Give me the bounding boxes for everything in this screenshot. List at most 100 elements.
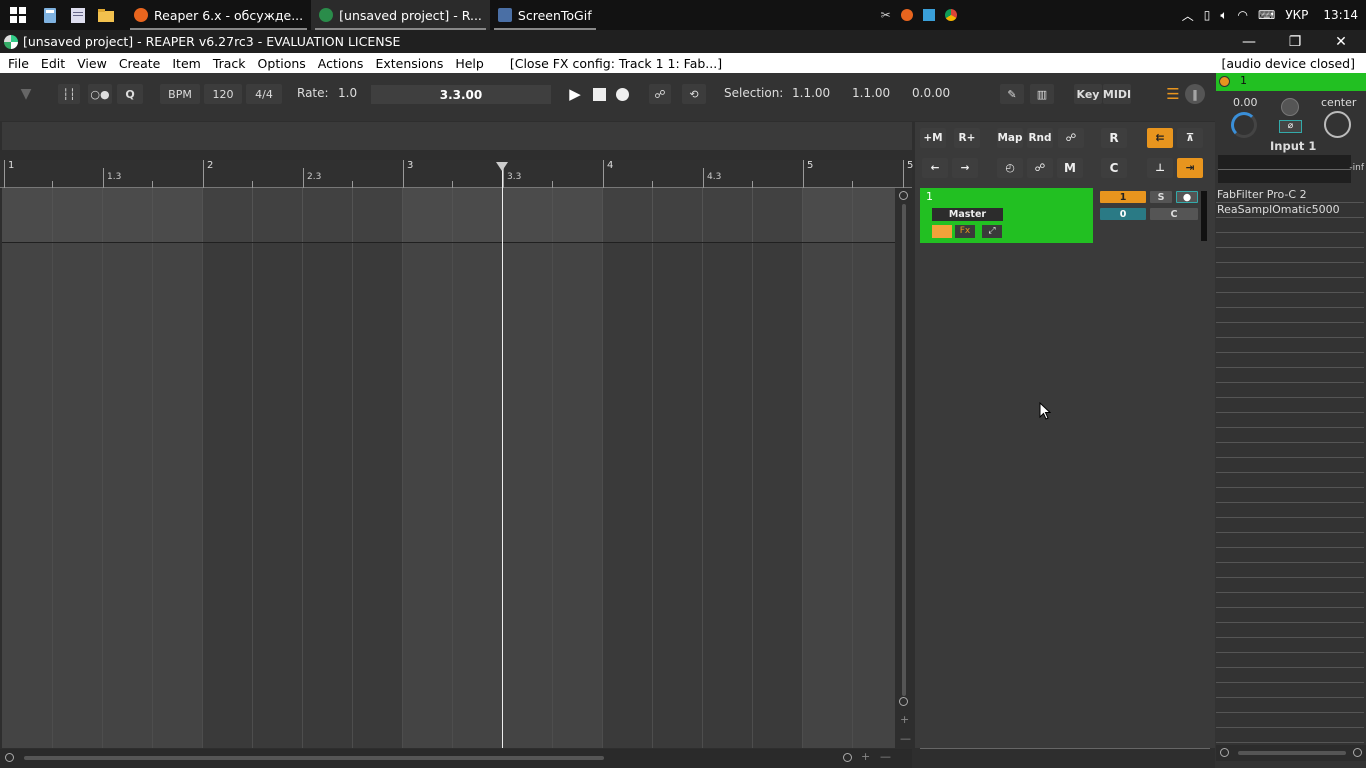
taskbar-task-firefox[interactable]: Reaper 6.x - обсужде... xyxy=(126,0,311,30)
scroll-up-icon[interactable] xyxy=(899,191,908,200)
language-indicator[interactable]: УКР xyxy=(1285,8,1308,22)
position-display[interactable]: 3.3.00 xyxy=(371,85,551,104)
folder-icon[interactable] xyxy=(92,0,120,30)
random-button[interactable]: Rnd xyxy=(1027,128,1053,148)
fx-slot-empty[interactable] xyxy=(1216,383,1364,398)
vertical-scrollbar[interactable]: + — xyxy=(897,188,911,748)
fx-slot-empty[interactable] xyxy=(1216,653,1364,668)
menu-item[interactable]: Item xyxy=(166,56,206,71)
fx-slot-empty[interactable] xyxy=(1216,443,1364,458)
record-arm-icon[interactable]: ● xyxy=(1176,191,1198,203)
mixer-pan-value[interactable]: center xyxy=(1321,96,1356,109)
fx-slot-empty[interactable] xyxy=(1216,248,1364,263)
fx-slot-empty[interactable] xyxy=(1216,638,1364,653)
close-button[interactable]: ✕ xyxy=(1318,30,1364,53)
chevron-up-icon[interactable]: ︿ xyxy=(1182,7,1194,24)
fx-slot-empty[interactable] xyxy=(1216,488,1364,503)
fx-slot-empty[interactable] xyxy=(1216,503,1364,518)
menu-track[interactable]: Track xyxy=(207,56,252,71)
track-header-1[interactable]: 1 Master Fx ⤢ xyxy=(920,188,1093,243)
fx-slot-empty[interactable] xyxy=(1216,353,1364,368)
fx-slot-1[interactable]: FabFilter Pro-C 2 xyxy=(1216,188,1364,203)
menu-extensions[interactable]: Extensions xyxy=(369,56,449,71)
play-button[interactable]: ▶ xyxy=(565,84,585,104)
align-top-icon[interactable]: ⊼ xyxy=(1177,128,1203,148)
timeline-ruler[interactable]: 1 2 3 4 5 1.3 2.3 3.3 4.3 5 xyxy=(0,160,913,188)
repeat-icon[interactable]: ⟲ xyxy=(682,84,706,104)
fx-slot-2[interactable]: ReaSamplOmatic5000 xyxy=(1216,203,1364,218)
fx-slot-empty[interactable] xyxy=(1216,458,1364,473)
phase-button[interactable]: ⌀ xyxy=(1279,120,1302,133)
fx-slot-empty[interactable] xyxy=(1216,683,1364,698)
bpm-value[interactable]: 120 xyxy=(204,84,242,104)
time-signature[interactable]: 4/4 xyxy=(246,84,282,104)
fx-slot-empty[interactable] xyxy=(1216,593,1364,608)
shield-icon[interactable] xyxy=(922,9,935,21)
selection-start[interactable]: 1.1.00 xyxy=(792,86,830,100)
edit-cursor-head[interactable] xyxy=(496,162,508,171)
mixer-volume-value[interactable]: 0.00 xyxy=(1233,96,1258,109)
edit-cursor[interactable] xyxy=(502,162,503,748)
mixer-scroll-thumb[interactable] xyxy=(1238,751,1346,755)
stop-button[interactable] xyxy=(589,84,609,104)
fx-slot-empty[interactable] xyxy=(1216,218,1364,233)
track-lane[interactable] xyxy=(2,188,895,242)
fx-button[interactable]: Fx xyxy=(955,225,975,238)
fx-slot-empty[interactable] xyxy=(1216,563,1364,578)
fx-slot-empty[interactable] xyxy=(1216,608,1364,623)
selection-length[interactable]: 0.0.00 xyxy=(912,86,950,100)
mixer-color-icon[interactable] xyxy=(1219,76,1230,87)
menu-create[interactable]: Create xyxy=(113,56,167,71)
mixer-scroll-left-icon[interactable] xyxy=(1220,748,1229,757)
fx-slot-empty[interactable] xyxy=(1216,293,1364,308)
keyboard-icon[interactable]: ⌨︎ xyxy=(1258,8,1275,22)
fx-slot-empty[interactable] xyxy=(1216,233,1364,248)
fx-slot-empty[interactable] xyxy=(1216,548,1364,563)
automation-icon[interactable]: ☍ xyxy=(649,84,671,104)
track-name-field[interactable]: Master xyxy=(932,208,1003,221)
pencil-icon[interactable]: ✎ xyxy=(1000,84,1024,104)
menu-help[interactable]: Help xyxy=(449,56,490,71)
midi-button[interactable]: MIDI xyxy=(1103,84,1131,104)
menu-options[interactable]: Options xyxy=(252,56,312,71)
scroll-down-icon[interactable] xyxy=(899,697,908,706)
mixer-track-header[interactable]: 1 xyxy=(1216,73,1366,91)
clock-icon[interactable]: ◴ xyxy=(997,158,1023,178)
wifi-icon[interactable]: ◠ xyxy=(1238,8,1248,22)
link-icon[interactable]: ☍ xyxy=(1058,128,1084,148)
notepad-icon[interactable] xyxy=(64,0,92,30)
quantize-button[interactable]: Q xyxy=(117,84,143,104)
minimize-button[interactable]: — xyxy=(1226,30,1272,53)
fx-slot-empty[interactable] xyxy=(1216,713,1364,728)
close-fx-config-menu[interactable]: [Close FX config: Track 1 1: Fab...] xyxy=(504,56,728,71)
r-button[interactable]: R xyxy=(1101,128,1127,148)
volume-knob[interactable] xyxy=(1231,112,1257,138)
snap-toggle-icon[interactable]: ○● xyxy=(88,84,112,104)
menu-actions[interactable]: Actions xyxy=(312,56,370,71)
fx-slot-empty[interactable] xyxy=(1216,413,1364,428)
fx-slot-empty[interactable] xyxy=(1216,473,1364,488)
fx-slot-empty[interactable] xyxy=(1216,368,1364,383)
zoom-in-icon[interactable]: + xyxy=(900,713,909,726)
clock[interactable]: 13:14 xyxy=(1323,8,1358,22)
width-knob[interactable] xyxy=(1281,98,1299,116)
fx-slot-empty[interactable] xyxy=(1216,338,1364,353)
fx-slot-empty[interactable] xyxy=(1216,263,1364,278)
firefox-tray-icon[interactable] xyxy=(900,9,913,21)
chrome-icon[interactable] xyxy=(944,9,957,21)
mixer-input-label[interactable]: Input 1 xyxy=(1270,139,1316,153)
selection-end[interactable]: 1.1.00 xyxy=(852,86,890,100)
fx-slot-empty[interactable] xyxy=(1216,698,1364,713)
hzoom-out-icon[interactable]: — xyxy=(880,750,891,763)
fx-slot-empty[interactable] xyxy=(1216,518,1364,533)
volume-slider[interactable] xyxy=(932,225,952,238)
add-marker-button[interactable]: +M xyxy=(920,128,946,148)
c-track-button[interactable]: C xyxy=(1150,208,1198,220)
calculator-icon[interactable] xyxy=(36,0,64,30)
audio-device-status[interactable]: [audio device closed] xyxy=(1215,56,1361,71)
fx-slot-empty[interactable] xyxy=(1216,308,1364,323)
pan-knob[interactable] xyxy=(1324,111,1351,138)
arrow-right-icon[interactable]: → xyxy=(952,158,978,178)
fx-slot-empty[interactable] xyxy=(1216,578,1364,593)
fx-slot-empty[interactable] xyxy=(1216,323,1364,338)
